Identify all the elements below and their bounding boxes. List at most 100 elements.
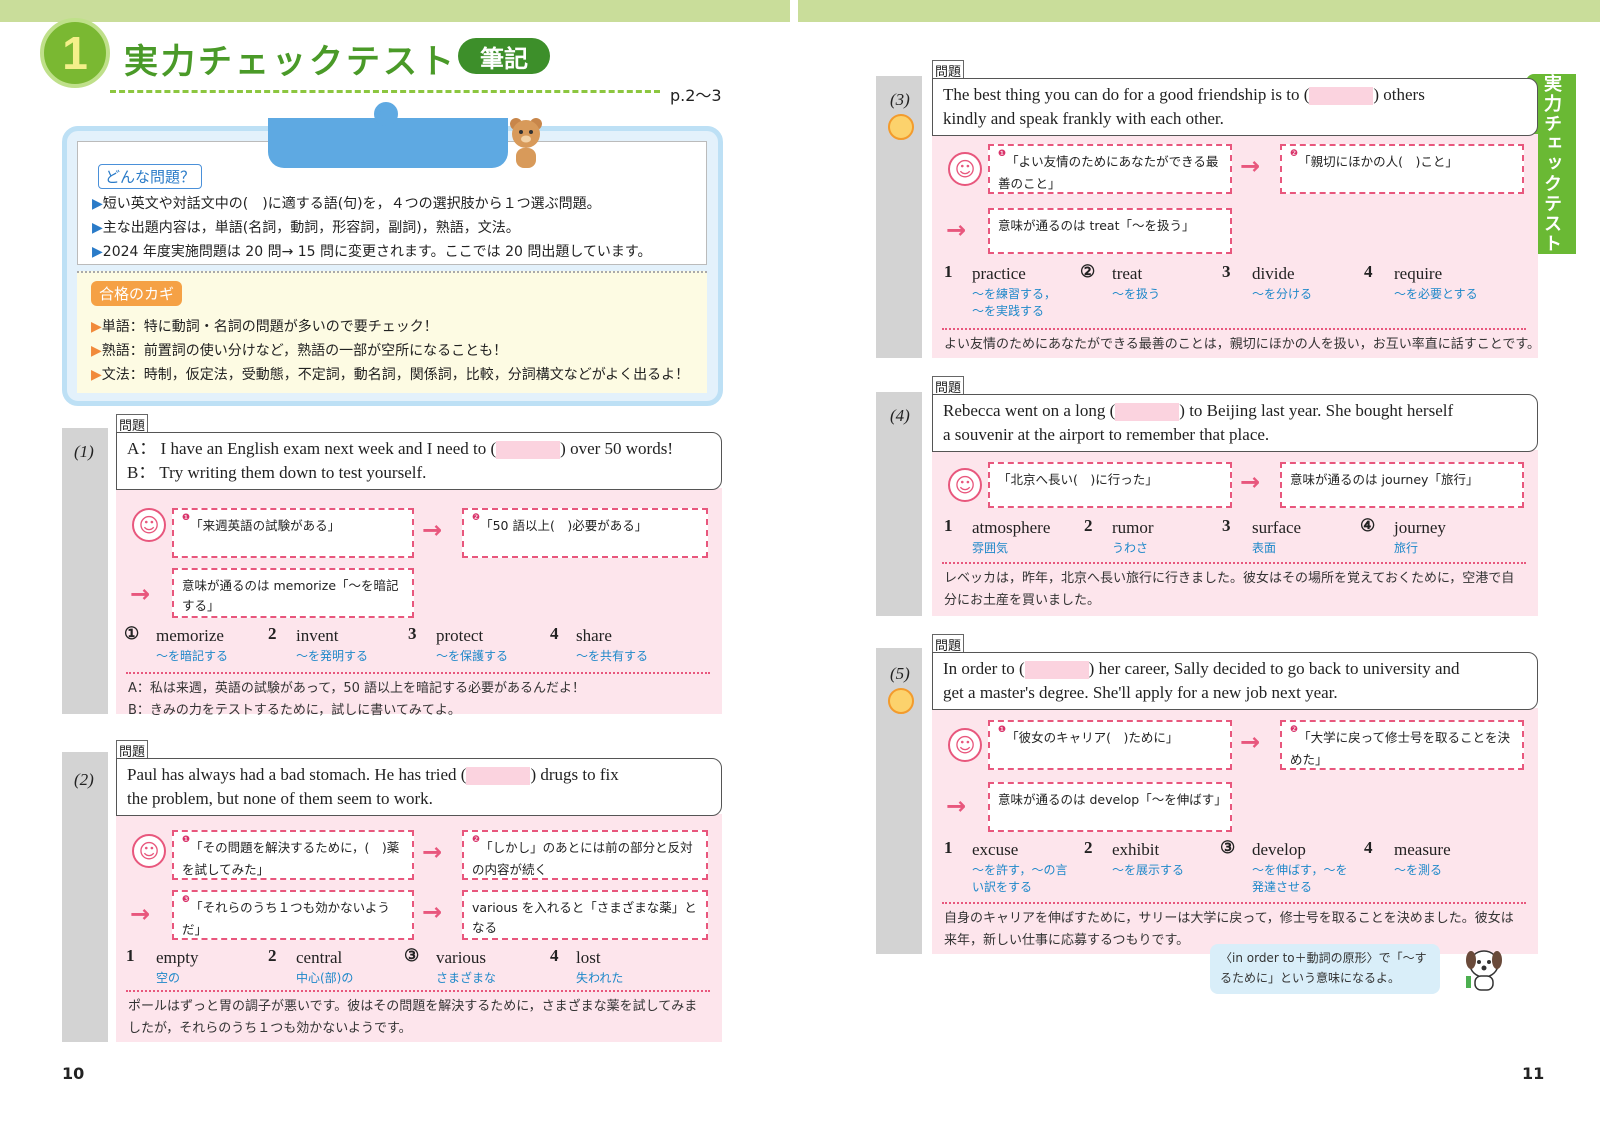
choice-meaning: ～を必要とする bbox=[1394, 287, 1478, 301]
choice-number: 4 bbox=[550, 624, 559, 643]
translation: 分にお土産を買いました。 bbox=[944, 593, 1101, 608]
choice-word[interactable]: surface bbox=[1252, 518, 1301, 538]
translation: レベッカは，昨年，北京へ長い旅行に行きました。彼女はその場所を覚えておくために，… bbox=[944, 571, 1515, 586]
choice-number: 2 bbox=[268, 624, 277, 643]
choice-number: 3 bbox=[1222, 516, 1231, 535]
page-title: 実力チェックテスト bbox=[124, 42, 457, 82]
choice-number: 1 bbox=[944, 516, 953, 535]
question-sidebar bbox=[62, 428, 108, 714]
choice-word[interactable]: protect bbox=[436, 626, 483, 646]
choice-number: 3 bbox=[408, 624, 417, 643]
page-number-left: 10 bbox=[62, 1064, 85, 1083]
choice-word[interactable]: atmosphere bbox=[972, 518, 1050, 538]
choice-word[interactable]: measure bbox=[1394, 840, 1451, 860]
divider bbox=[126, 672, 710, 674]
hint-box: ❶ 「よい友情のためにあなたができる最善のこと」 bbox=[988, 144, 1232, 194]
hint-box: ❶ 「来週英語の試験がある」 bbox=[172, 508, 414, 558]
page-number-right: 11 bbox=[1522, 1064, 1545, 1083]
info-bullet: ▶短い英文や対話文中の( )に適する語(句)を，４つの選択肢から１つ選ぶ問題。 bbox=[92, 196, 601, 212]
question-number: (4) bbox=[890, 406, 910, 425]
choice-meaning: ～を扱う bbox=[1112, 287, 1161, 301]
note-bubble: 〈in order to＋動詞の原形〉で「～するために」という意味になるよ。 bbox=[1210, 944, 1440, 994]
arrow-icon: → bbox=[1240, 728, 1261, 756]
choice-word[interactable]: excuse bbox=[972, 840, 1018, 860]
arrow-icon: → bbox=[422, 516, 443, 544]
choice-meaning: ～を伸ばす，～を発達させる bbox=[1252, 863, 1348, 894]
hint-box: ❷ 「50 語以上( )必要がある」 bbox=[462, 508, 708, 558]
arrow-icon: → bbox=[422, 838, 443, 866]
choice-meaning: 表面 bbox=[1252, 541, 1277, 555]
hint-box: 意味が通るのは treat「～を扱う」 bbox=[988, 208, 1232, 254]
choice-word[interactable]: share bbox=[576, 626, 612, 646]
answer-blank[interactable] bbox=[1115, 403, 1180, 422]
dog-mascot-icon bbox=[1466, 950, 1502, 991]
choice-word[interactable]: divide bbox=[1252, 264, 1295, 284]
info-bullets: ▶短い英文や対話文中の( )に適する語(句)を，４つの選択肢から１つ選ぶ問題。 … bbox=[92, 192, 702, 264]
question-number: (2) bbox=[74, 770, 94, 789]
title-divider bbox=[110, 90, 660, 93]
choice-number: ② bbox=[1080, 262, 1096, 281]
choice-word[interactable]: practice bbox=[972, 264, 1026, 284]
question-text: Paul has always had a bad stomach. He ha… bbox=[116, 758, 722, 816]
choice-word[interactable]: require bbox=[1394, 264, 1442, 284]
hint-box: ❸ 「それらのうち１つも効かないようだ」 bbox=[172, 890, 414, 940]
choice-meaning: 雰囲気 bbox=[972, 541, 1009, 555]
key-bullet: ▶熟語：前置詞の使い分けなど，熟語の一部が空所になることも！ bbox=[91, 343, 508, 359]
choice-number: 2 bbox=[268, 946, 277, 965]
choice-number: ③ bbox=[1220, 838, 1236, 857]
choice-meaning: ～を発明する bbox=[296, 649, 369, 663]
choice-number: 1 bbox=[944, 262, 953, 281]
choice-word[interactable]: empty bbox=[156, 948, 199, 968]
choice-word[interactable]: develop bbox=[1252, 840, 1306, 860]
translation: よい友情のためにあなたができる最善のことは，親切にほかの人を扱い，お互い率直に話… bbox=[944, 337, 1541, 352]
hint-box: ❷ 「大学に戻って修士号を取ることを決めた」 bbox=[1280, 720, 1524, 770]
question-number: (1) bbox=[74, 442, 94, 461]
answer-blank[interactable] bbox=[1309, 87, 1374, 106]
hint-box: 意味が通るのは memorize「～を暗記する」 bbox=[172, 568, 414, 618]
choice-word[interactable]: lost bbox=[576, 948, 601, 968]
arrow-icon: → bbox=[1240, 468, 1261, 496]
choice-number: 2 bbox=[1084, 838, 1093, 857]
choice-number: 4 bbox=[1364, 838, 1373, 857]
answer-blank[interactable] bbox=[1024, 661, 1089, 680]
choice-meaning: ～を許す，～の言い訳をする bbox=[972, 863, 1068, 894]
choice-number: 4 bbox=[550, 946, 559, 965]
face-icon bbox=[888, 114, 914, 140]
question-sidebar bbox=[62, 752, 108, 1042]
arrow-icon: → bbox=[946, 792, 967, 820]
question-number: (3) bbox=[890, 90, 910, 109]
answer-blank[interactable] bbox=[496, 441, 561, 460]
choice-word[interactable]: journey bbox=[1394, 518, 1446, 538]
info-bullet: ▶主な出題内容は，単語(名詞，動詞，形容詞，副詞)，熟語，文法。 bbox=[92, 220, 520, 236]
choice-word[interactable]: rumor bbox=[1112, 518, 1154, 538]
choice-word[interactable]: central bbox=[296, 948, 342, 968]
info-title: どんな問題？ bbox=[98, 164, 203, 189]
choice-number: 1 bbox=[126, 946, 135, 965]
choice-meaning: ～を分ける bbox=[1252, 287, 1313, 301]
divider bbox=[942, 328, 1526, 330]
answer-blank[interactable] bbox=[466, 767, 531, 786]
choice-word[interactable]: various bbox=[436, 948, 486, 968]
hint-box: 意味が通るのは develop「～を伸ばす」 bbox=[988, 782, 1232, 832]
arrow-icon: → bbox=[130, 580, 151, 608]
choice-number: ① bbox=[124, 624, 140, 643]
translation: ポールはずっと胃の調子が悪いです。彼はその問題を解決するために，さまざまな薬を試… bbox=[128, 999, 698, 1014]
choice-word[interactable]: invent bbox=[296, 626, 339, 646]
choice-meaning: ～を保護する bbox=[436, 649, 509, 663]
choice-word[interactable]: treat bbox=[1112, 264, 1142, 284]
choice-number: 3 bbox=[1222, 262, 1231, 281]
hint-box: ❶ 「彼女のキャリア( )ために」 bbox=[988, 720, 1232, 770]
choice-word[interactable]: exhibit bbox=[1112, 840, 1159, 860]
choice-number: ④ bbox=[1360, 516, 1376, 535]
arrow-icon: → bbox=[946, 216, 967, 244]
hint-box: 「北京へ長い( )に行った」 bbox=[988, 462, 1232, 508]
smile-icon: ☺ bbox=[132, 834, 166, 868]
choice-word[interactable]: memorize bbox=[156, 626, 224, 646]
question-text: Rebecca went on a long () to Beijing las… bbox=[932, 394, 1538, 452]
choice-meaning: さまざまな bbox=[436, 971, 497, 985]
choice-meaning: ～を測る bbox=[1394, 863, 1443, 877]
arrow-icon: → bbox=[422, 898, 443, 926]
choice-meaning: 中心(部)の bbox=[296, 971, 354, 985]
smile-icon: ☺ bbox=[948, 152, 982, 186]
choice-number: 4 bbox=[1364, 262, 1373, 281]
